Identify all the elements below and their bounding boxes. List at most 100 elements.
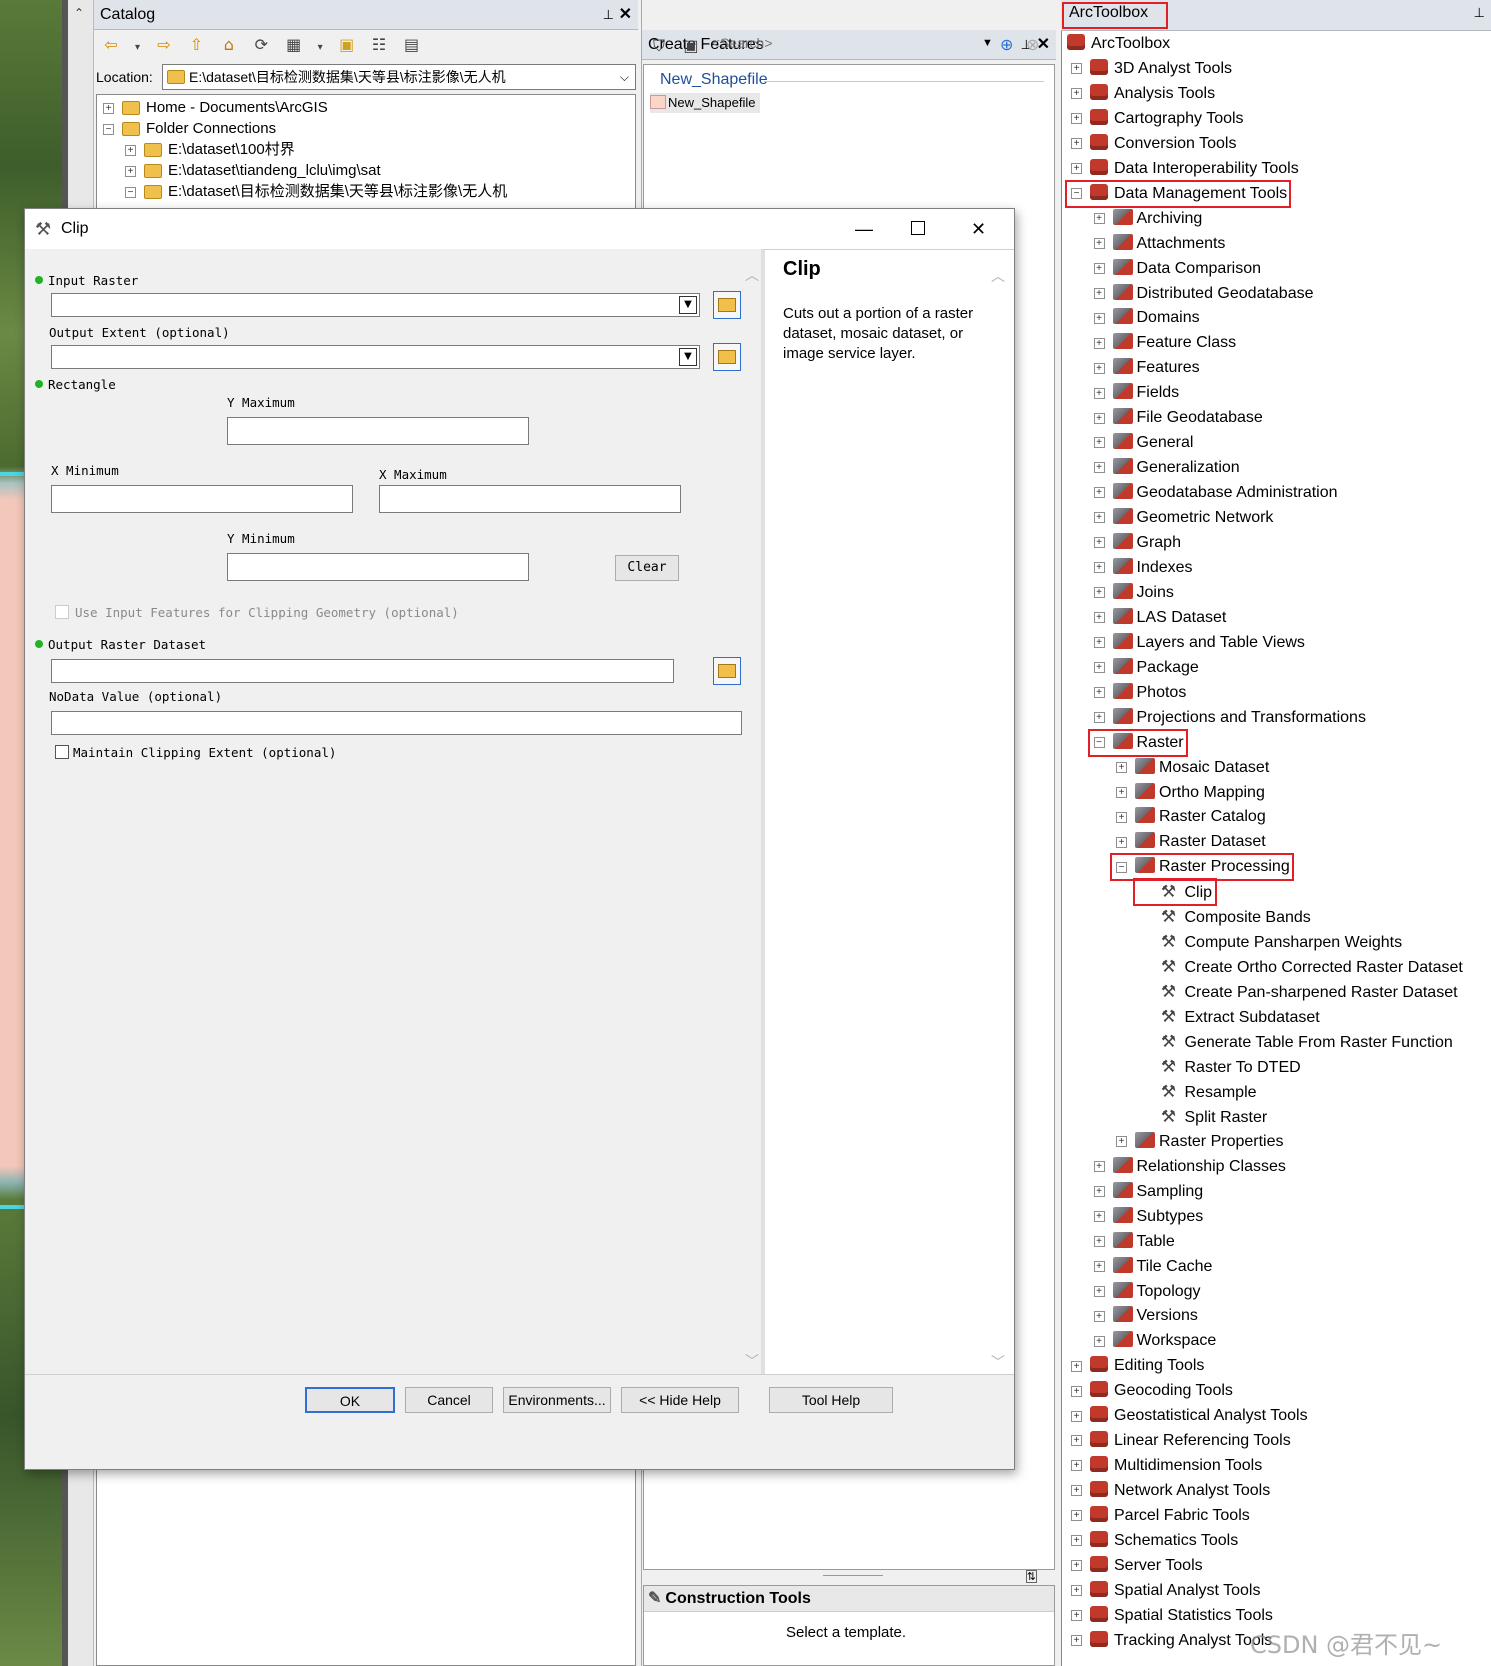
template-item[interactable]: New_Shapefile: [650, 93, 760, 113]
toolset-item[interactable]: + Data Comparison: [1093, 257, 1261, 281]
toolbox-root[interactable]: ArcToolbox: [1067, 32, 1170, 56]
toolset-item[interactable]: + Workspace: [1093, 1329, 1216, 1353]
expand-icon[interactable]: +: [1093, 612, 1105, 624]
toolset-item[interactable]: + Projections and Transformations: [1093, 706, 1366, 730]
expand-icon[interactable]: +: [1071, 1635, 1082, 1647]
y-maximum-input[interactable]: [227, 417, 529, 445]
toolset-item[interactable]: + Raster Properties: [1116, 1130, 1284, 1154]
x-minimum-input[interactable]: [51, 485, 353, 513]
toolset-item[interactable]: + Graph: [1093, 531, 1181, 555]
toolset-item[interactable]: + Table: [1093, 1230, 1175, 1254]
toolset-item[interactable]: + Mosaic Dataset: [1116, 756, 1269, 780]
toolset-item[interactable]: + Ortho Mapping: [1116, 781, 1265, 805]
scroll-down-icon[interactable]: ﹀: [991, 1352, 1005, 1372]
tree-item-folder[interactable]: + E:\dataset\100村界: [97, 139, 635, 160]
expand-icon[interactable]: +: [1116, 836, 1127, 848]
clear-button[interactable]: Clear: [615, 555, 679, 581]
chevron-down-icon[interactable]: ⌵: [620, 65, 629, 89]
organize-templates-icon[interactable]: ▣: [680, 36, 702, 56]
dropdown-icon[interactable]: ▾: [315, 42, 325, 62]
tree-item-home[interactable]: + Home - Documents\ArcGIS: [97, 97, 635, 118]
toolbox-item[interactable]: + Network Analyst Tools: [1071, 1479, 1270, 1503]
toolbox-item[interactable]: +3D Analyst Tools: [1071, 57, 1232, 81]
up-one-level-icon[interactable]: ⇧: [185, 35, 207, 55]
close-icon[interactable]: ✕: [971, 209, 986, 249]
tool-item[interactable]: ⚒ Split Raster: [1159, 1105, 1267, 1129]
expand-icon[interactable]: +: [1071, 1585, 1082, 1597]
expand-icon[interactable]: +: [1093, 1161, 1105, 1173]
toolset-item[interactable]: + Indexes: [1093, 556, 1193, 580]
expand-icon[interactable]: +: [1093, 262, 1105, 274]
expand-icon[interactable]: +: [1116, 761, 1127, 773]
expand-icon[interactable]: +: [1071, 88, 1082, 100]
toolset-item[interactable]: + General: [1093, 431, 1193, 455]
search-icon[interactable]: ⊕: [1000, 35, 1013, 55]
expand-icon[interactable]: +: [1093, 437, 1105, 449]
toggle-tree-icon[interactable]: ☷: [368, 35, 390, 55]
scroll-down-icon[interactable]: ﹀: [745, 1351, 759, 1371]
expand-icon[interactable]: +: [125, 165, 136, 177]
expand-icon[interactable]: +: [1071, 1610, 1082, 1622]
output-extent-combobox[interactable]: ▼: [51, 345, 700, 369]
expand-icon[interactable]: +: [1093, 212, 1105, 224]
expand-icon[interactable]: +: [1071, 1460, 1082, 1472]
toolbox-item[interactable]: + Schematics Tools: [1071, 1529, 1238, 1553]
back-arrow-icon[interactable]: ⇦: [100, 35, 122, 55]
expand-icon[interactable]: +: [1071, 63, 1082, 75]
toolbox-item[interactable]: + Multidimension Tools: [1071, 1454, 1262, 1478]
tool-item[interactable]: ⚒ Raster To DTED: [1159, 1055, 1301, 1079]
close-icon[interactable]: ✕: [619, 0, 632, 30]
forward-arrow-icon[interactable]: ⇨: [153, 35, 175, 55]
toolbox-item[interactable]: + Spatial Statistics Tools: [1071, 1604, 1273, 1628]
toolset-item[interactable]: + Relationship Classes: [1093, 1155, 1286, 1179]
toolbox-item[interactable]: + Geostatistical Analyst Tools: [1071, 1404, 1308, 1428]
output-raster-input[interactable]: [51, 659, 674, 683]
expand-icon[interactable]: +: [1093, 1335, 1105, 1347]
splitter[interactable]: ⇅: [643, 1570, 1055, 1585]
dropdown-icon[interactable]: ▼: [679, 348, 697, 366]
tool-item[interactable]: ⚒ Composite Bands: [1159, 905, 1311, 929]
scroll-up-icon[interactable]: ︿: [745, 265, 759, 285]
expand-icon[interactable]: +: [1071, 1435, 1082, 1447]
expand-icon[interactable]: +: [1093, 337, 1105, 349]
expand-icon[interactable]: +: [1093, 1310, 1105, 1322]
collapse-icon[interactable]: −: [125, 186, 136, 198]
expand-icon[interactable]: +: [1093, 312, 1105, 324]
toolset-item[interactable]: + Features: [1093, 356, 1200, 380]
expand-icon[interactable]: +: [1071, 1560, 1082, 1572]
expand-icon[interactable]: +: [1093, 662, 1105, 674]
expand-icon[interactable]: +: [1071, 1410, 1082, 1422]
tool-item[interactable]: ⚒ Resample: [1159, 1080, 1257, 1104]
minimize-icon[interactable]: —: [855, 209, 873, 249]
toolbox-item[interactable]: + Conversion Tools: [1071, 132, 1236, 156]
toolset-item[interactable]: + Package: [1093, 656, 1199, 680]
refresh-icon[interactable]: ⟳: [250, 35, 272, 55]
pin-icon[interactable]: ⊥: [603, 0, 614, 30]
toolbox-item[interactable]: + Editing Tools: [1071, 1354, 1204, 1378]
expand-icon[interactable]: +: [1093, 1285, 1105, 1297]
tool-item[interactable]: ⚒ Create Pan-sharpened Raster Dataset: [1159, 980, 1458, 1004]
search-input[interactable]: <Search>: [712, 35, 773, 51]
tool-item[interactable]: ⚒ Extract Subdataset: [1159, 1005, 1320, 1029]
collapse-icon[interactable]: −: [103, 123, 114, 135]
expand-icon[interactable]: +: [1093, 237, 1105, 249]
toolbox-item[interactable]: + Data Interoperability Tools: [1071, 157, 1299, 181]
browse-output-raster-button[interactable]: [713, 657, 741, 685]
expand-icon[interactable]: +: [1116, 1136, 1127, 1148]
toolbox-item[interactable]: + Geocoding Tools: [1071, 1379, 1233, 1403]
tool-item[interactable]: ⚒ Compute Pansharpen Weights: [1159, 930, 1402, 954]
expand-icon[interactable]: +: [1093, 512, 1105, 524]
tool-item[interactable]: ⚒ Create Ortho Corrected Raster Dataset: [1159, 955, 1463, 979]
expand-icon[interactable]: +: [1071, 1385, 1082, 1397]
scroll-up-icon[interactable]: ⌃: [74, 6, 84, 20]
connect-folder-icon[interactable]: ▣: [336, 35, 358, 55]
toolset-item[interactable]: + Feature Class: [1093, 331, 1236, 355]
clear-search-icon[interactable]: ⊗: [1026, 35, 1039, 55]
toolset-item[interactable]: + Subtypes: [1093, 1205, 1203, 1229]
expand-icon[interactable]: +: [1093, 287, 1105, 299]
y-minimum-input[interactable]: [227, 553, 529, 581]
expand-icon[interactable]: +: [1071, 163, 1082, 175]
input-raster-combobox[interactable]: ▼: [51, 293, 700, 317]
expand-icon[interactable]: +: [1093, 412, 1105, 424]
expand-icon[interactable]: +: [1093, 1260, 1105, 1272]
